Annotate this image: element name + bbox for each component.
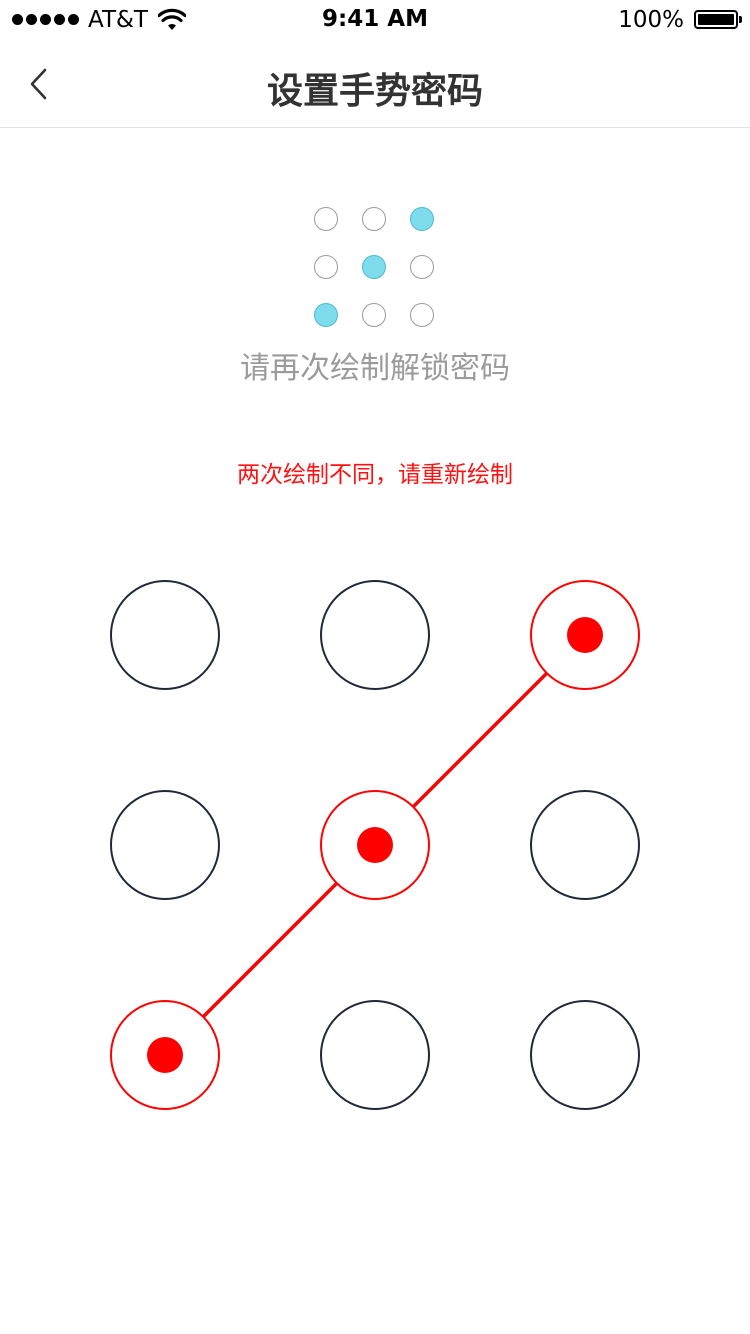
nav-bar: 设置手势密码 [0, 40, 750, 128]
preview-dot [314, 255, 338, 279]
draw-hint: 请再次绘制解锁密码 [240, 351, 510, 386]
error-message: 两次绘制不同，请重新绘制 [237, 462, 513, 488]
pattern-node-4[interactable] [110, 790, 220, 900]
pattern-node-8[interactable] [320, 1000, 430, 1110]
battery-percent: 100% [618, 7, 684, 33]
pattern-node-dot [357, 827, 393, 863]
pattern-preview [314, 207, 436, 329]
preview-dot [410, 255, 434, 279]
preview-dot [314, 303, 338, 327]
preview-dot [410, 207, 434, 231]
preview-dot [362, 207, 386, 231]
battery-icon [694, 10, 742, 29]
pattern-node-3[interactable] [530, 580, 640, 690]
page-title: 设置手势密码 [266, 71, 483, 112]
pattern-node-5[interactable] [320, 790, 430, 900]
preview-dot [362, 303, 386, 327]
preview-dot [362, 255, 386, 279]
pattern-node-1[interactable] [110, 580, 220, 690]
preview-dot [314, 207, 338, 231]
status-bar: AT&T 9:41 AM 100% [0, 0, 750, 40]
pattern-node-2[interactable] [320, 580, 430, 690]
pattern-node-6[interactable] [530, 790, 640, 900]
preview-dot [410, 303, 434, 327]
pattern-node-9[interactable] [530, 1000, 640, 1110]
pattern-node-7[interactable] [110, 1000, 220, 1110]
pattern-node-dot [147, 1037, 183, 1073]
gesture-pad[interactable] [0, 540, 750, 1160]
pattern-line [411, 671, 549, 809]
pattern-line [201, 881, 339, 1019]
pattern-node-dot [567, 617, 603, 653]
